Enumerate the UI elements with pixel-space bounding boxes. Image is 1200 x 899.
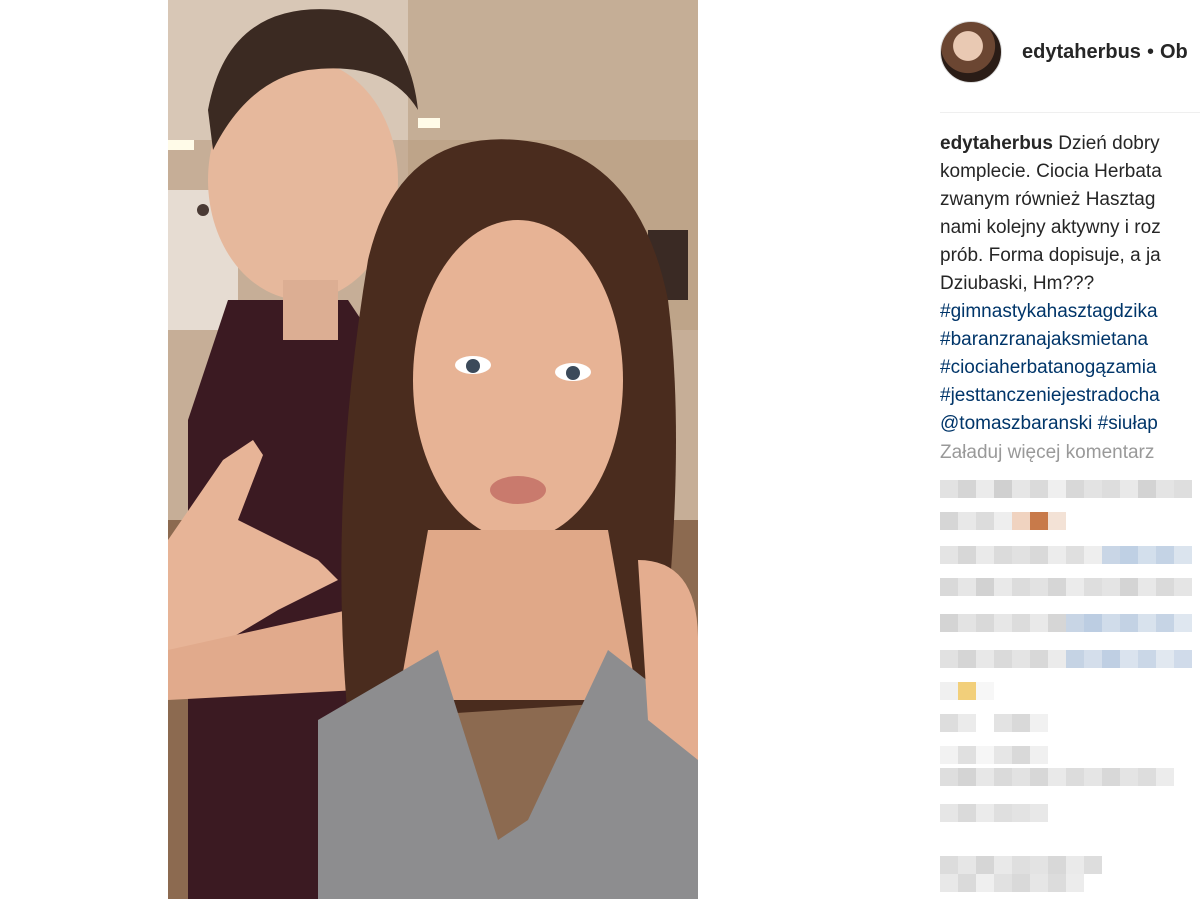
- pixelated-comment: [940, 804, 1048, 822]
- caption-line-1: edytaherbus Dzień dobry: [940, 130, 1200, 158]
- pixelated-comment: [940, 512, 1084, 530]
- pixelated-comment: [940, 614, 1192, 632]
- hashtag-link[interactable]: #gimnastykahasztagdzika: [940, 298, 1200, 326]
- pixelated-comment: [940, 682, 1012, 700]
- post-caption: edytaherbus Dzień dobry komplecie. Cioci…: [940, 130, 1200, 438]
- pixelated-comment: [940, 856, 1102, 874]
- pixelated-comment: [940, 480, 1192, 498]
- left-gutter: [0, 0, 168, 899]
- caption-line-5: prób. Forma dopisuje, a ja: [940, 245, 1161, 266]
- pixelated-comment: [940, 650, 1192, 668]
- pixelated-comment: [940, 546, 1192, 564]
- post-photo-illustration: [168, 0, 698, 899]
- hashtag-link[interactable]: #baranzranajaksmietana: [940, 326, 1200, 354]
- follow-button[interactable]: Ob: [1160, 41, 1188, 64]
- caption-line-6: Dziubaski, Hm???: [940, 273, 1095, 294]
- pixelated-comment: [940, 578, 1192, 596]
- header-divider: [940, 112, 1200, 113]
- hashtag-link[interactable]: #jesttanczeniejestradocha: [940, 382, 1200, 410]
- caption-line-mentions: @tomaszbaranski #siułap: [940, 410, 1200, 438]
- profile-avatar[interactable]: [940, 21, 1002, 83]
- caption-text: Dzień dobry: [1058, 133, 1160, 154]
- pixelated-comment: [940, 874, 1084, 892]
- post-photo[interactable]: [168, 0, 698, 899]
- hashtag-link[interactable]: #ciociaherbatanogązamia: [940, 354, 1200, 382]
- pixelated-comment: [940, 714, 1048, 732]
- pixelated-comment: [940, 746, 1048, 764]
- header-separator: •: [1146, 40, 1154, 63]
- caption-line-3: zwanym również Hasztag: [940, 189, 1156, 210]
- caption-line-4: nami kolejny aktywny i roz: [940, 217, 1161, 238]
- post-sidebar: edytaherbus • Ob edytaherbus Dzień dobry…: [698, 0, 1200, 899]
- mention-link[interactable]: @tomaszbaranski: [940, 413, 1092, 434]
- caption-line-2: komplecie. Ciocia Herbata: [940, 161, 1162, 182]
- caption-username[interactable]: edytaherbus: [940, 133, 1053, 154]
- pixelated-comment: [940, 768, 1174, 786]
- post-header: edytaherbus • Ob: [940, 20, 1188, 84]
- header-username[interactable]: edytaherbus: [1022, 41, 1141, 64]
- hashtag-link[interactable]: #siułap: [1098, 413, 1158, 434]
- load-more-comments-button[interactable]: Załaduj więcej komentarz: [940, 442, 1154, 464]
